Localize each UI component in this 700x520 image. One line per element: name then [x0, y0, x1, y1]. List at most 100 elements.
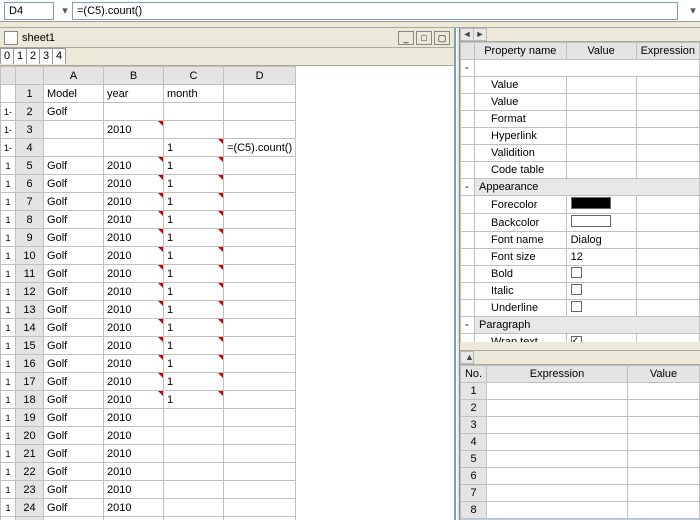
outline-cell[interactable]: 1 [1, 427, 16, 445]
prop-category[interactable]: Paragraph [475, 317, 700, 334]
cell-D24[interactable] [224, 499, 296, 517]
expression-panel[interactable]: ▲ No.ExpressionValue123456789 [460, 350, 700, 520]
cell-D19[interactable] [224, 409, 296, 427]
expr-row-5[interactable]: 5 [461, 451, 700, 468]
outline-tab-1[interactable]: 1 [13, 48, 27, 64]
cell-A25[interactable]: Golf [44, 517, 104, 520]
outline-cell[interactable]: 1 [1, 355, 16, 373]
row-header-13[interactable]: 13 [16, 301, 44, 319]
row-header-22[interactable]: 22 [16, 463, 44, 481]
cell-C10[interactable]: 1 [164, 247, 224, 265]
outline-cell[interactable]: 1 [1, 373, 16, 391]
cell-B11[interactable]: 2010 [104, 265, 164, 283]
checkbox[interactable] [571, 267, 582, 278]
prop-value[interactable] [566, 145, 636, 162]
cell-B15[interactable]: 2010 [104, 337, 164, 355]
outline-tab-2[interactable]: 2 [26, 48, 40, 64]
cell-D3[interactable] [224, 121, 296, 139]
row-header-8[interactable]: 8 [16, 211, 44, 229]
outline-cell[interactable]: 1 [1, 463, 16, 481]
row-header-17[interactable]: 17 [16, 373, 44, 391]
cell-D18[interactable] [224, 391, 296, 409]
cell-A24[interactable]: Golf [44, 499, 104, 517]
prop-header-expr[interactable]: Expression [636, 43, 699, 60]
cell-D15[interactable] [224, 337, 296, 355]
cell-D21[interactable] [224, 445, 296, 463]
row-header-12[interactable]: 12 [16, 283, 44, 301]
cell-D16[interactable] [224, 355, 296, 373]
cell-C11[interactable]: 1 [164, 265, 224, 283]
cell-D11[interactable] [224, 265, 296, 283]
prop-expr[interactable] [636, 196, 699, 214]
prop-value[interactable] [566, 283, 636, 300]
outline-cell[interactable]: 1 [1, 175, 16, 193]
cell-C24[interactable] [164, 499, 224, 517]
outline-cell[interactable]: 1 [1, 391, 16, 409]
cell-D8[interactable] [224, 211, 296, 229]
maximize-button[interactable]: ▢ [434, 31, 450, 45]
restore-button[interactable]: □ [416, 31, 432, 45]
prop-value[interactable]: Dialog [566, 232, 636, 249]
outline-cell[interactable]: 1 [1, 319, 16, 337]
cell-C4[interactable]: 1 [164, 139, 224, 157]
minimize-button[interactable]: _ [398, 31, 414, 45]
outline-tab-3[interactable]: 3 [39, 48, 53, 64]
prop-expr[interactable] [636, 128, 699, 145]
row-header-25[interactable]: 25 [16, 517, 44, 520]
cell-B10[interactable]: 2010 [104, 247, 164, 265]
cell-B23[interactable]: 2010 [104, 481, 164, 499]
row-header-10[interactable]: 10 [16, 247, 44, 265]
cell-D22[interactable] [224, 463, 296, 481]
cell-D10[interactable] [224, 247, 296, 265]
expr-row-8[interactable]: 8 [461, 502, 700, 519]
cell-D13[interactable] [224, 301, 296, 319]
prop-name[interactable]: Forecolor [475, 196, 567, 214]
prop-header-value[interactable]: Value [566, 43, 636, 60]
outline-cell[interactable]: 1- [1, 139, 16, 157]
cell-B6[interactable]: 2010 [104, 175, 164, 193]
cell-A16[interactable]: Golf [44, 355, 104, 373]
cell-A15[interactable]: Golf [44, 337, 104, 355]
cell-B5[interactable]: 2010 [104, 157, 164, 175]
cell-C22[interactable] [164, 463, 224, 481]
prop-expr[interactable] [636, 232, 699, 249]
row-header-11[interactable]: 11 [16, 265, 44, 283]
property-grid[interactable]: Property nameValueExpression-ValueValueF… [460, 42, 700, 342]
cell-C15[interactable]: 1 [164, 337, 224, 355]
prop-value[interactable] [566, 77, 636, 94]
prop-expr[interactable] [636, 266, 699, 283]
prop-name[interactable]: Value [475, 77, 567, 94]
cell-C16[interactable]: 1 [164, 355, 224, 373]
row-header-4[interactable]: 4 [16, 139, 44, 157]
col-header-C[interactable]: C [164, 67, 224, 85]
checkbox[interactable] [571, 301, 582, 312]
row-header-16[interactable]: 16 [16, 355, 44, 373]
cell-C5[interactable]: 1 [164, 157, 224, 175]
prop-expr[interactable] [636, 162, 699, 179]
prop-name[interactable]: Hyperlink [475, 128, 567, 145]
formula-dropdown-icon[interactable]: ▾ [686, 4, 700, 17]
row-header-14[interactable]: 14 [16, 319, 44, 337]
cell-D12[interactable] [224, 283, 296, 301]
outline-tab-0[interactable]: 0 [0, 48, 14, 64]
cell-A5[interactable]: Golf [44, 157, 104, 175]
checkbox[interactable] [571, 336, 582, 343]
prop-value[interactable]: 12 [566, 249, 636, 266]
cell-B2[interactable] [104, 103, 164, 121]
cell-D1[interactable] [224, 85, 296, 103]
cell-C21[interactable] [164, 445, 224, 463]
cell-D14[interactable] [224, 319, 296, 337]
cell-B22[interactable]: 2010 [104, 463, 164, 481]
cell-C20[interactable] [164, 427, 224, 445]
cell-A20[interactable]: Golf [44, 427, 104, 445]
prop-expr[interactable] [636, 145, 699, 162]
expr-row-3[interactable]: 3 [461, 417, 700, 434]
cell-A13[interactable]: Golf [44, 301, 104, 319]
row-header-15[interactable]: 15 [16, 337, 44, 355]
prop-name[interactable]: Code table [475, 162, 567, 179]
prop-name[interactable]: Value [475, 94, 567, 111]
cell-B17[interactable]: 2010 [104, 373, 164, 391]
expr-header-expression[interactable]: Expression [487, 366, 628, 383]
spreadsheet-grid[interactable]: ABCD1Modelyearmonth1-2Golf1-320101-41=(C… [0, 66, 296, 520]
outline-cell[interactable]: 1 [1, 445, 16, 463]
